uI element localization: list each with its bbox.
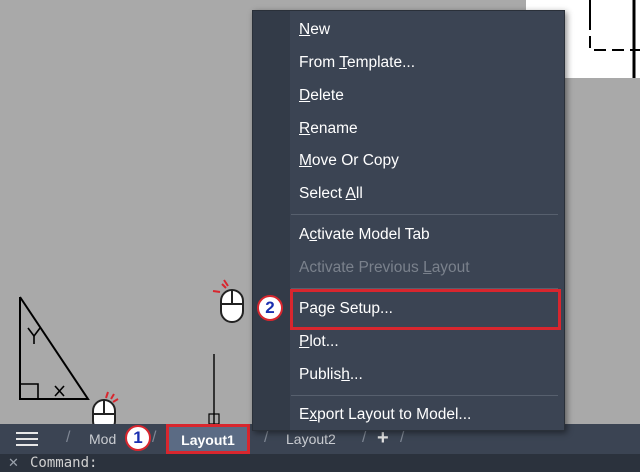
y-label-mark <box>27 327 41 338</box>
right-angle-mark <box>20 383 39 399</box>
layout-context-menu: New From Template... Delete Rename Move … <box>252 10 565 431</box>
menu-item-export-layout-to-model[interactable]: Export Layout to Model... <box>299 406 471 424</box>
menu-item-activate-model-tab[interactable]: Activate Model Tab <box>299 226 430 244</box>
menu-item-from-template[interactable]: From Template... <box>299 54 415 72</box>
page-setup-highlight <box>290 289 561 330</box>
tab-separator: / <box>66 429 71 446</box>
step-2-badge: 2 <box>257 295 283 321</box>
menu-divider <box>291 395 558 396</box>
tab-layout1[interactable]: Layout1 <box>166 424 250 454</box>
menu-item-rename[interactable]: Rename <box>299 120 358 138</box>
menu-item-publish[interactable]: Publish... <box>299 366 363 384</box>
tab-separator: / <box>362 429 367 446</box>
menu-item-delete[interactable]: Delete <box>299 87 344 105</box>
command-line[interactable]: ✕ Command: <box>0 454 640 472</box>
tab-separator: / <box>264 429 269 446</box>
menu-hamburger-icon[interactable] <box>16 432 38 446</box>
command-prompt: Command: <box>30 455 98 471</box>
tab-model[interactable]: Mod <box>89 431 116 447</box>
menu-item-activate-previous-layout: Activate Previous Layout <box>299 259 470 276</box>
tab-separator: / <box>152 429 157 446</box>
tab-layout2[interactable]: Layout2 <box>286 431 336 447</box>
mouse-click-icon-2 <box>212 279 244 323</box>
tab-separator: / <box>400 429 405 446</box>
menu-divider <box>291 214 558 215</box>
tab-layout1-label: Layout1 <box>181 432 235 448</box>
menu-item-new[interactable]: New <box>299 21 330 39</box>
menu-icon-gutter <box>253 11 290 430</box>
menu-item-plot[interactable]: Plot... <box>299 333 339 351</box>
close-icon[interactable]: ✕ <box>8 455 19 471</box>
step-1-badge: 1 <box>125 425 151 451</box>
menu-item-select-all[interactable]: Select All <box>299 185 363 203</box>
menu-item-move-or-copy[interactable]: Move Or Copy <box>299 152 399 170</box>
